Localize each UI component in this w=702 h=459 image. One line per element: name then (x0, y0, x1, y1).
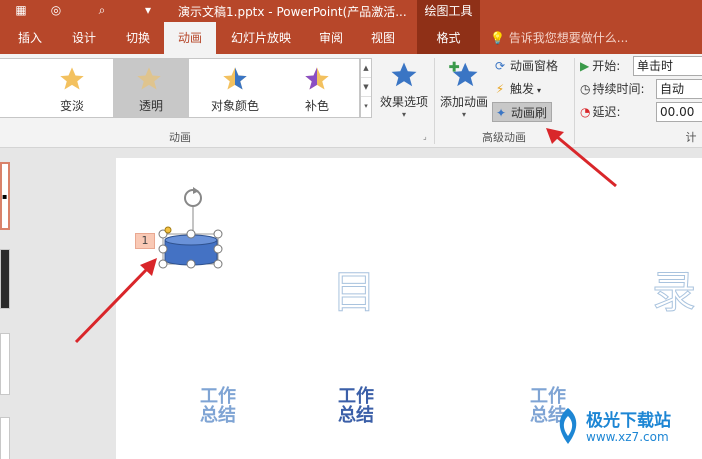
annotation-arrows (74, 128, 617, 344)
watermark-title: 极光下载站 (586, 411, 671, 431)
watermark-logo-icon (559, 408, 577, 444)
watermark: 极光下载站 www.xz7.com (550, 400, 700, 456)
watermark-url: www.xz7.com (586, 430, 669, 444)
